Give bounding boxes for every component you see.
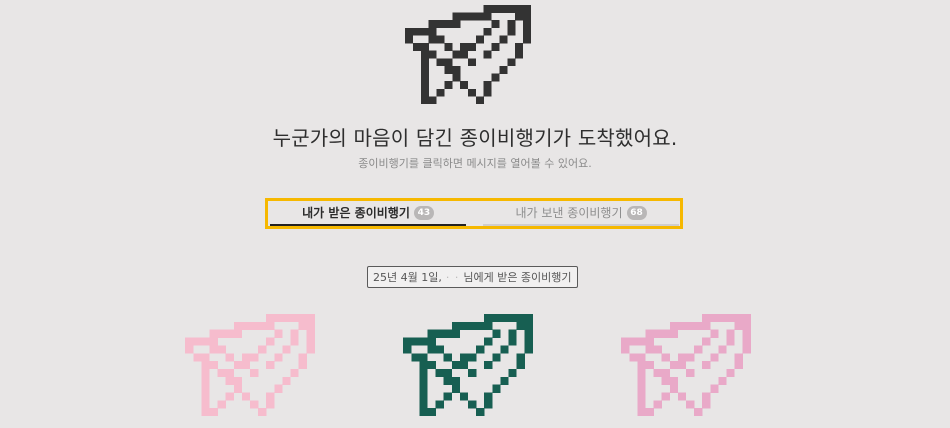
- paper-plane-pink-icon[interactable]: [185, 314, 315, 416]
- paper-plane-rose-icon[interactable]: [621, 314, 751, 416]
- page-subtitle: 종이비행기를 클릭하면 메시지를 열어볼 수 있어요.: [358, 157, 592, 170]
- sender-suffix-text: 님에게 받은 종이비행기: [463, 271, 572, 284]
- page-title: 누군가의 마음이 담긴 종이비행기가 도착했어요.: [272, 126, 678, 150]
- masked-sender-name: · ·: [445, 270, 460, 284]
- tab-bar: 내가 받은 종이비행기 43 내가 보낸 종이비행기 68: [265, 198, 683, 229]
- tab-sent-count-badge: 68: [626, 205, 647, 220]
- tab-sent-planes[interactable]: 내가 보낸 종이비행기 68: [483, 201, 679, 226]
- date-text: 25년 4월 1일,: [373, 271, 442, 284]
- tab-received-count-badge: 43: [413, 205, 434, 220]
- hero-paper-plane-icon: [405, 5, 531, 104]
- tab-sent-label: 내가 보낸 종이비행기: [515, 206, 623, 220]
- date-sender-label: 25년 4월 1일, · · 님에게 받은 종이비행기: [367, 266, 578, 288]
- tab-received-planes[interactable]: 내가 받은 종이비행기 43: [270, 201, 466, 226]
- tab-received-label: 내가 받은 종이비행기: [302, 206, 410, 220]
- paper-plane-green-icon[interactable]: [403, 314, 533, 416]
